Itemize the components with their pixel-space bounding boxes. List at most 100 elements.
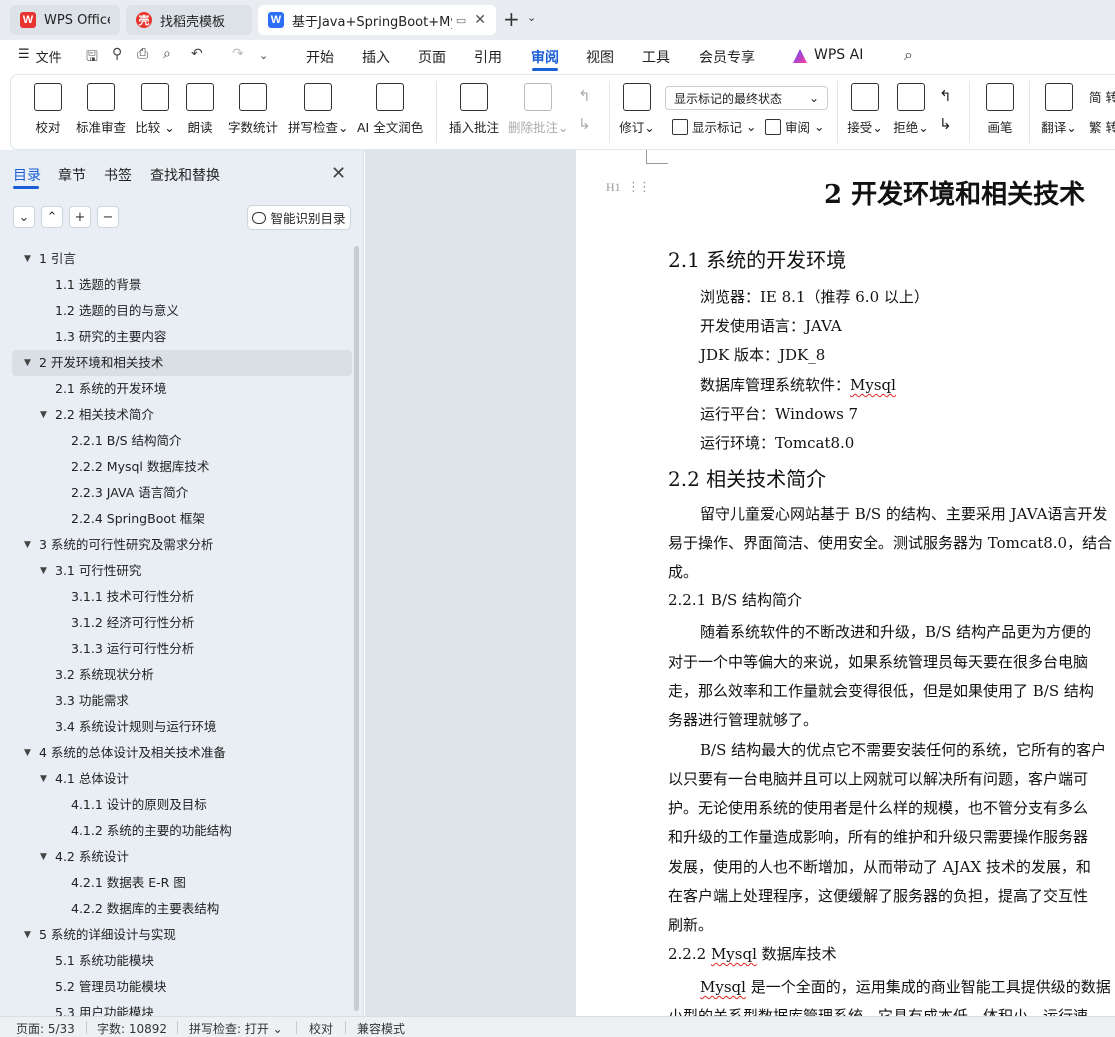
toc-item[interactable]: 2.2.3 JAVA 语言简介 bbox=[12, 480, 352, 506]
tab-daoke-templates[interactable]: 壳 找稻壳模板 bbox=[126, 5, 252, 35]
prev-comment-icon[interactable]: ↰ bbox=[578, 87, 591, 105]
expand-arrow-icon[interactable]: ▼ bbox=[24, 740, 31, 766]
promote-button[interactable]: + bbox=[69, 206, 91, 228]
print-icon[interactable]: ⎙ bbox=[137, 46, 148, 62]
word-count-button[interactable]: 字数统计 bbox=[227, 83, 279, 136]
close-icon[interactable]: ✕ bbox=[474, 12, 486, 28]
toc-item[interactable]: ▼ 3 系统的可行性研究及需求分析 bbox=[12, 532, 352, 558]
markup-mode-select[interactable]: 显示标记的最终状态 ⌄ bbox=[665, 86, 828, 110]
nav-tab-toc[interactable]: 目录 bbox=[13, 165, 41, 185]
tab-wps-office[interactable]: W WPS Office bbox=[10, 5, 120, 35]
toc-item[interactable]: 5.1 系统功能模块 bbox=[12, 948, 352, 974]
toc-item[interactable]: 2.1 系统的开发环境 bbox=[12, 376, 352, 402]
redo-icon[interactable]: ↷ bbox=[232, 46, 244, 62]
nav-tab-bookmarks[interactable]: 书签 bbox=[104, 165, 132, 185]
toc-item[interactable]: 2.2.4 SpringBoot 框架 bbox=[12, 506, 352, 532]
save-icon[interactable]: 🖫 bbox=[86, 46, 98, 70]
next-change-icon[interactable]: ↳ bbox=[939, 115, 952, 133]
track-changes-button[interactable]: 修订⌄ bbox=[619, 83, 655, 136]
standard-review-button[interactable]: 标准审查 bbox=[75, 83, 127, 136]
new-tab-button[interactable]: + bbox=[503, 8, 520, 30]
toc-item[interactable]: 1.1 选题的背景 bbox=[12, 272, 352, 298]
share-icon[interactable]: ⚲ bbox=[112, 46, 122, 62]
accept-button[interactable]: 接受⌄ bbox=[847, 83, 883, 136]
undo-icon[interactable]: ↶ bbox=[191, 46, 203, 62]
expand-arrow-icon[interactable]: ▼ bbox=[24, 532, 31, 558]
show-markup-button[interactable]: 显示标记 ⌄ bbox=[672, 117, 757, 136]
delete-comment-button[interactable]: 删除批注⌄ bbox=[508, 83, 569, 136]
nav-tab-chapters[interactable]: 章节 bbox=[58, 165, 86, 185]
menu-page[interactable]: 页面 bbox=[418, 47, 446, 67]
read-aloud-button[interactable]: 朗读 bbox=[185, 83, 215, 136]
toc-item[interactable]: ▼ 4.2 系统设计 bbox=[12, 844, 352, 870]
demote-button[interactable]: − bbox=[97, 206, 119, 228]
toc-item[interactable]: 1.3 研究的主要内容 bbox=[12, 324, 352, 350]
nav-tab-find-replace[interactable]: 查找和替换 bbox=[150, 165, 220, 185]
toc-item[interactable]: 5.2 管理员功能模块 bbox=[12, 974, 352, 1000]
proofread-button[interactable]: 校对 bbox=[31, 83, 65, 136]
menu-wps-ai[interactable]: WPS AI bbox=[814, 47, 863, 63]
toc-item[interactable]: ▼ 4 系统的总体设计及相关技术准备 bbox=[12, 740, 352, 766]
insert-comment-button[interactable]: 插入批注 bbox=[449, 83, 499, 136]
collapse-all-button[interactable]: ⌃ bbox=[41, 206, 63, 228]
toc-item[interactable]: 3.1.3 运行可行性分析 bbox=[12, 636, 352, 662]
compare-button[interactable]: 比较 ⌄ bbox=[135, 83, 175, 136]
toc-item[interactable]: ▼ 1 引言 bbox=[12, 246, 352, 272]
menu-references[interactable]: 引用 bbox=[474, 47, 502, 67]
toc-item[interactable]: ▼ 2 开发环境和相关技术 bbox=[12, 350, 352, 376]
toc-item[interactable]: ▼ 2.2 相关技术简介 bbox=[12, 402, 352, 428]
menu-member[interactable]: 会员专享 bbox=[699, 47, 755, 67]
expand-arrow-icon[interactable]: ▼ bbox=[40, 844, 47, 870]
menu-review[interactable]: 审阅 bbox=[531, 47, 559, 67]
toc-item[interactable]: 3.1.1 技术可行性分析 bbox=[12, 584, 352, 610]
toc-item[interactable]: 1.2 选题的目的与意义 bbox=[12, 298, 352, 324]
search-icon[interactable]: ⌕ bbox=[904, 45, 913, 65]
next-comment-icon[interactable]: ↳ bbox=[578, 115, 591, 133]
toc-item[interactable]: ▼ 4.1 总体设计 bbox=[12, 766, 352, 792]
file-menu[interactable]: ☰ 文件 bbox=[18, 47, 62, 66]
tab-document[interactable]: W 基于Java+SpringBoot+MyS ▭ ✕ bbox=[258, 5, 496, 35]
toc-item[interactable]: 3.4 系统设计规则与运行环境 bbox=[12, 714, 352, 740]
chevron-down-icon[interactable]: ⌄ bbox=[259, 49, 268, 62]
document-page[interactable]: H1 ⋮⋮ 2 开发环境和相关技术 2.1 系统的开发环境 浏览器：IE 8.1… bbox=[576, 150, 1115, 1016]
menu-home[interactable]: 开始 bbox=[306, 47, 334, 67]
expand-arrow-icon[interactable]: ▼ bbox=[40, 402, 47, 428]
menu-view[interactable]: 视图 bbox=[586, 47, 614, 67]
expand-arrow-icon[interactable]: ▼ bbox=[24, 922, 31, 948]
toc-item[interactable]: ▼ 3.1 可行性研究 bbox=[12, 558, 352, 584]
expand-arrow-icon[interactable]: ▼ bbox=[24, 350, 31, 376]
chevron-down-icon[interactable]: ⌄ bbox=[527, 11, 536, 24]
toc-item[interactable]: 4.1.1 设计的原则及目标 bbox=[12, 792, 352, 818]
toc-item[interactable]: 3.1.2 经济可行性分析 bbox=[12, 610, 352, 636]
toc-item[interactable]: 3.3 功能需求 bbox=[12, 688, 352, 714]
nav-scrollbar[interactable] bbox=[354, 246, 359, 1011]
to-traditional-button[interactable]: 繁 转 bbox=[1089, 117, 1115, 136]
spell-check-indicator[interactable]: 拼写检查: 打开 ⌄ bbox=[189, 1020, 283, 1037]
toc-item[interactable]: 4.1.2 系统的主要的功能结构 bbox=[12, 818, 352, 844]
expand-arrow-icon[interactable]: ▼ bbox=[40, 766, 47, 792]
expand-all-button[interactable]: ⌄ bbox=[13, 206, 35, 228]
translate-button[interactable]: 翻译⌄ bbox=[1041, 83, 1077, 136]
ai-polish-button[interactable]: AI 全文润色 bbox=[357, 83, 423, 136]
expand-arrow-icon[interactable]: ▼ bbox=[24, 246, 31, 272]
close-icon[interactable]: ✕ bbox=[331, 163, 346, 184]
toc-item[interactable]: 2.2.2 Mysql 数据库技术 bbox=[12, 454, 352, 480]
to-simplified-button[interactable]: 简 转 bbox=[1089, 87, 1115, 106]
drag-handle-icon[interactable]: ⋮⋮ bbox=[627, 180, 651, 195]
print-preview-icon[interactable]: ⌕ bbox=[163, 46, 171, 62]
toc-item[interactable]: 2.2.1 B/S 结构简介 bbox=[12, 428, 352, 454]
toc-item[interactable]: 4.2.1 数据表 E-R 图 bbox=[12, 870, 352, 896]
ai-toc-button[interactable]: 智能识别目录 bbox=[247, 205, 351, 230]
toc-item[interactable]: 3.2 系统现状分析 bbox=[12, 662, 352, 688]
menu-tools[interactable]: 工具 bbox=[642, 47, 670, 67]
proofread-indicator[interactable]: 校对 bbox=[309, 1020, 333, 1037]
word-count-indicator[interactable]: 字数: 10892 bbox=[97, 1020, 167, 1037]
toc-item[interactable]: 4.2.2 数据库的主要表结构 bbox=[12, 896, 352, 922]
spell-check-button[interactable]: 拼写检查⌄ bbox=[288, 83, 349, 136]
prev-change-icon[interactable]: ↰ bbox=[939, 87, 952, 105]
review-pane-button[interactable]: 审阅 ⌄ bbox=[765, 117, 825, 136]
menu-insert[interactable]: 插入 bbox=[362, 47, 390, 67]
reject-button[interactable]: 拒绝⌄ bbox=[893, 83, 929, 136]
toc-item[interactable]: ▼ 5 系统的详细设计与实现 bbox=[12, 922, 352, 948]
ink-button[interactable]: 画笔 bbox=[985, 83, 1015, 136]
